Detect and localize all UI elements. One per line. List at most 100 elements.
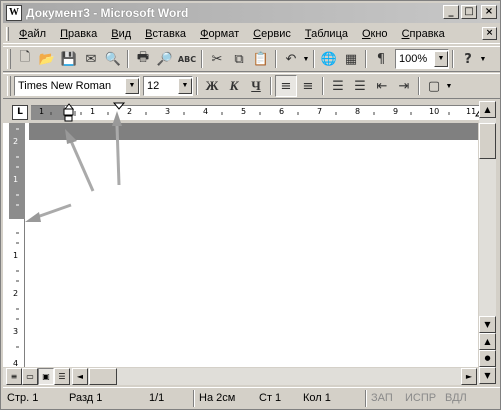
- copy-icon[interactable]: ⧉: [228, 48, 250, 70]
- document-page[interactable]: [29, 140, 478, 367]
- chevron-down-icon[interactable]: ▼: [434, 51, 448, 67]
- next-page-button[interactable]: ▼: [479, 367, 496, 384]
- maximize-button[interactable]: □: [461, 5, 477, 19]
- chevron-down-icon[interactable]: ▼: [125, 78, 139, 94]
- scroll-right-button[interactable]: ►: [461, 368, 477, 385]
- status-line: Ст 1: [259, 391, 282, 404]
- status-extend[interactable]: ВДЛ: [441, 390, 475, 407]
- chevron-down-icon[interactable]: ▼: [178, 78, 192, 94]
- web-view-icon[interactable]: ▭: [22, 368, 38, 385]
- toolbar-separator: [322, 77, 324, 95]
- font-name-value: Times New Roman: [18, 80, 112, 92]
- font-size-select[interactable]: 12 ▼: [143, 76, 193, 96]
- select-browse-object-button[interactable]: ●: [479, 350, 496, 367]
- paste-icon[interactable]: 📋: [250, 48, 272, 70]
- previous-page-button[interactable]: ▲: [479, 333, 496, 350]
- print-icon[interactable]: 🖶: [132, 48, 154, 70]
- normal-view-icon[interactable]: ≡: [6, 368, 22, 385]
- table-icon[interactable]: ▦: [340, 48, 362, 70]
- undo-dropdown-icon[interactable]: ▼: [302, 56, 310, 63]
- zoom-select[interactable]: 100% ▼: [395, 49, 449, 69]
- hyperlink-icon[interactable]: 🌐: [318, 48, 340, 70]
- print-layout-view-icon[interactable]: ▣: [38, 368, 54, 385]
- menu-view[interactable]: Вид: [104, 25, 138, 43]
- menu-file[interactable]: Файл: [12, 25, 53, 43]
- menu-edit[interactable]: Правка: [53, 25, 104, 43]
- print-preview-icon[interactable]: 🔎: [154, 48, 176, 70]
- status-bar: Стр. 1 Разд 1 1/1 На 2см Ст 1 Кол 1 ЗАП …: [3, 387, 500, 408]
- formatting-toolbar: Times New Roman ▼ 12 ▼ Ж К Ч ≡ ≡ ☰ ☰ ⇤ ⇥…: [3, 73, 500, 99]
- status-pages: 1/1: [149, 391, 165, 404]
- top-margin-band: [29, 123, 478, 140]
- increase-indent-icon[interactable]: ⇥: [393, 75, 415, 97]
- numbering-icon[interactable]: ☰: [327, 75, 349, 97]
- italic-button[interactable]: К: [223, 75, 245, 97]
- left-indent-marker[interactable]: [59, 101, 79, 123]
- help-icon[interactable]: ?: [457, 48, 479, 70]
- ruler-row: L 1 1 2 3 4 5 6 7 8 9 10 11: [3, 101, 500, 123]
- minimize-button[interactable]: _: [443, 5, 459, 19]
- align-center-icon[interactable]: ≡: [297, 75, 319, 97]
- horizontal-scrollbar[interactable]: ≡ ▭ ▣ ☰ ◄ ►: [3, 368, 479, 385]
- status-position: На 2см: [199, 391, 236, 404]
- toolbar-options-icon[interactable]: ▼: [479, 56, 487, 63]
- toolbar-handle[interactable]: [7, 76, 11, 96]
- vertical-ruler[interactable]: 2 1 1 2 3 4: [9, 123, 25, 368]
- undo-icon[interactable]: ↶: [280, 48, 302, 70]
- cut-icon[interactable]: ✂: [206, 48, 228, 70]
- new-doc-icon[interactable]: 🗋: [14, 48, 36, 70]
- scroll-thumb[interactable]: [479, 123, 496, 159]
- word-window: W Документ3 - Microsoft Word _ □ × Файл …: [0, 0, 501, 410]
- ruler-ticks: [50, 111, 450, 116]
- outline-view-icon[interactable]: ☰: [54, 368, 70, 385]
- first-line-indent-marker[interactable]: [111, 101, 131, 115]
- close-button[interactable]: ×: [481, 5, 497, 19]
- menu-format[interactable]: Формат: [193, 25, 246, 43]
- decrease-indent-icon[interactable]: ⇤: [371, 75, 393, 97]
- save-icon[interactable]: 💾: [58, 48, 80, 70]
- scroll-up-button[interactable]: ▲: [479, 101, 496, 118]
- open-folder-icon[interactable]: 📂: [36, 48, 58, 70]
- status-section: Разд 1: [69, 391, 103, 404]
- toolbar-separator: [127, 50, 129, 68]
- spellcheck-icon[interactable]: ABC: [176, 48, 198, 70]
- email-icon[interactable]: ✉: [80, 48, 102, 70]
- status-track-changes[interactable]: ИСПР: [401, 390, 441, 407]
- menu-window[interactable]: Окно: [355, 25, 395, 43]
- window-controls: _ □ ×: [443, 5, 497, 19]
- menu-bar-handle[interactable]: [6, 26, 9, 41]
- menu-bar: Файл Правка Вид Вставка Формат Сервис Та…: [3, 24, 500, 44]
- search-doc-icon[interactable]: 🔍: [102, 48, 124, 70]
- title-bar[interactable]: W Документ3 - Microsoft Word _ □ ×: [3, 3, 500, 23]
- toolbar-separator: [418, 77, 420, 95]
- scroll-left-button[interactable]: ◄: [72, 368, 88, 385]
- horizontal-scroll-thumb[interactable]: [89, 368, 117, 385]
- underline-button[interactable]: Ч: [245, 75, 267, 97]
- zoom-value: 100%: [399, 53, 428, 65]
- horizontal-ruler[interactable]: 1 1 2 3 4 5 6 7 8 9 10 11: [31, 105, 479, 120]
- menu-table[interactable]: Таблица: [298, 25, 355, 43]
- vertical-scrollbar[interactable]: ▲ ▼ ▲ ●: [479, 101, 496, 367]
- tab-selector[interactable]: L: [12, 105, 28, 120]
- menu-tools[interactable]: Сервис: [246, 25, 298, 43]
- status-page: Стр. 1: [7, 391, 39, 404]
- bold-button[interactable]: Ж: [201, 75, 223, 97]
- bullets-icon[interactable]: ☰: [349, 75, 371, 97]
- word-app-icon[interactable]: W: [6, 5, 22, 21]
- toolbar-separator: [196, 77, 198, 95]
- toolbar-separator: [270, 77, 272, 95]
- menu-insert[interactable]: Вставка: [138, 25, 193, 43]
- pilcrow-icon[interactable]: ¶: [370, 48, 392, 70]
- toolbar-handle[interactable]: [7, 49, 11, 69]
- scroll-down-button[interactable]: ▼: [479, 316, 496, 333]
- toolbar-separator: [452, 50, 454, 68]
- close-document-button[interactable]: ×: [482, 27, 497, 40]
- border-icon[interactable]: ▢: [423, 75, 445, 97]
- toolbar-separator: [275, 50, 277, 68]
- font-size-value: 12: [147, 80, 160, 92]
- align-left-icon[interactable]: ≡: [275, 75, 297, 97]
- menu-help[interactable]: Справка: [395, 25, 452, 43]
- font-name-select[interactable]: Times New Roman ▼: [14, 76, 140, 96]
- status-record-macro[interactable]: ЗАП: [367, 390, 401, 407]
- border-dropdown-icon[interactable]: ▼: [445, 83, 453, 90]
